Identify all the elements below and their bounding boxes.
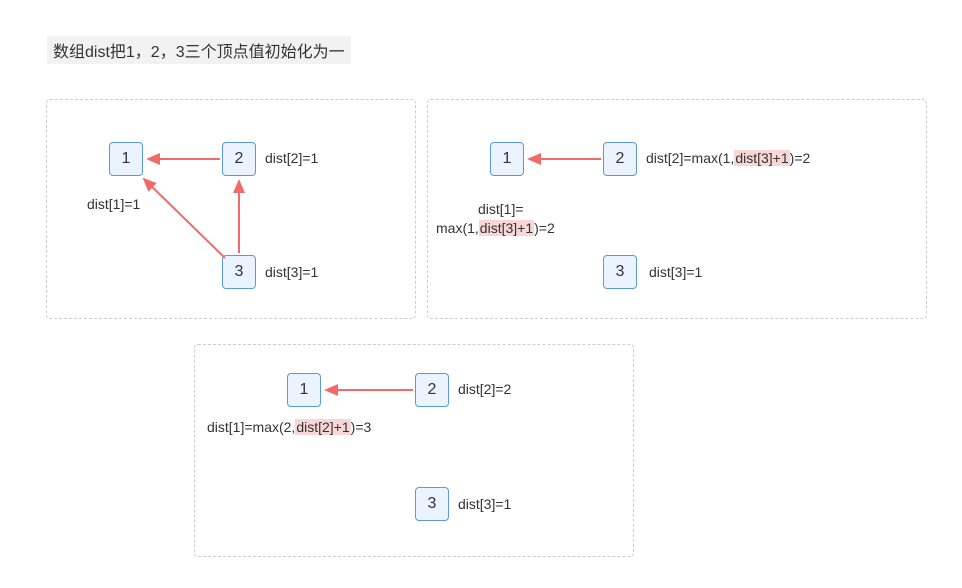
node-2-label: 2	[616, 150, 625, 168]
dist-2-highlight: dist[3]+1	[734, 150, 789, 166]
node-3: 3	[603, 255, 637, 289]
node-2: 2	[415, 373, 449, 407]
dist-2-pre: dist[2]=max(1,	[646, 150, 734, 166]
node-2: 2	[603, 142, 637, 176]
dist-1-label-a: dist[1]=	[478, 201, 524, 217]
node-2-label: 2	[235, 150, 244, 168]
panel-step-1: 1 2 3 dist[2]=1 dist[1]=1 dist[3]=1	[46, 99, 416, 319]
dist-1-pre: max(1,	[436, 220, 479, 236]
node-1: 1	[287, 373, 321, 407]
dist-2-label: dist[2]=1	[265, 150, 318, 166]
node-3-label: 3	[428, 495, 437, 513]
diagram-title: 数组dist把1，2，3三个顶点值初始化为一	[47, 36, 351, 64]
dist-2-post: )=2	[790, 150, 811, 166]
dist-1-label: dist[1]=1	[87, 196, 140, 212]
panel-step-2: 1 2 3 dist[2]=max(1,dist[3]+1)=2 dist[1]…	[427, 99, 927, 319]
node-1-label: 1	[300, 381, 309, 399]
dist-1-label: dist[1]=max(2,dist[2]+1)=3	[207, 419, 371, 435]
dist-1-post: )=2	[534, 220, 555, 236]
node-3-label: 3	[235, 263, 244, 281]
node-3: 3	[415, 487, 449, 521]
node-2: 2	[222, 142, 256, 176]
node-1: 1	[490, 142, 524, 176]
dist-1-highlight: dist[3]+1	[479, 220, 534, 236]
node-3-label: 3	[616, 263, 625, 281]
node-1-label: 1	[503, 150, 512, 168]
node-2-label: 2	[428, 381, 437, 399]
dist-3-label: dist[3]=1	[458, 496, 511, 512]
node-1-label: 1	[122, 150, 131, 168]
edge-3-1	[144, 179, 225, 258]
dist-2-label: dist[2]=2	[458, 381, 511, 397]
dist-3-label: dist[3]=1	[265, 264, 318, 280]
panel-step-3: 1 2 3 dist[2]=2 dist[1]=max(2,dist[2]+1)…	[194, 344, 634, 557]
dist-1-pre: dist[1]=max(2,	[207, 419, 295, 435]
dist-1-post: )=3	[351, 419, 372, 435]
node-3: 3	[222, 255, 256, 289]
dist-2-label: dist[2]=max(1,dist[3]+1)=2	[646, 150, 810, 166]
dist-1-highlight: dist[2]+1	[295, 419, 350, 435]
node-1: 1	[109, 142, 143, 176]
dist-3-label: dist[3]=1	[649, 264, 702, 280]
dist-1-label-b: max(1,dist[3]+1)=2	[436, 220, 555, 236]
